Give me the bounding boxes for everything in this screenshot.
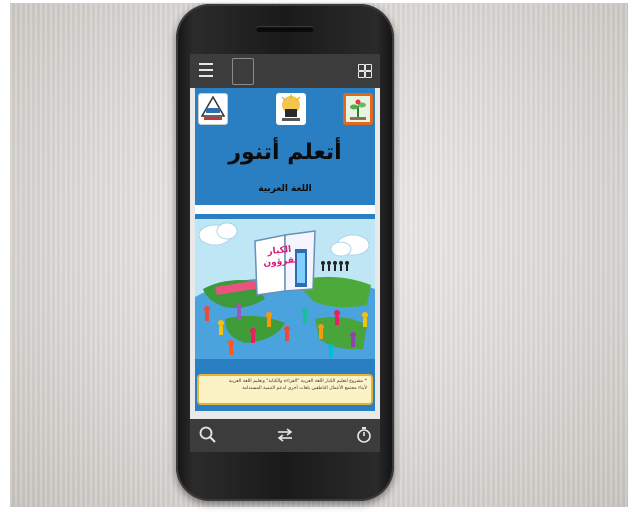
hamburger-menu-icon[interactable]	[199, 63, 213, 77]
book-subtitle: اللغة العربية	[258, 184, 312, 194]
note-line-1: * مشروع لتعليم الكبار اللغة العربية "الق…	[228, 379, 367, 384]
earpiece-speaker	[256, 26, 314, 32]
cover-book-text: الكبار يقرؤون	[261, 244, 299, 270]
top-toolbar	[190, 54, 380, 88]
smartphone-frame: أتعلم أتنور اللغة العربية الكبار يقرؤون …	[176, 4, 394, 501]
cover-illustration: الكبار يقرؤون	[195, 219, 375, 359]
university-logo-left	[198, 93, 228, 125]
divider-band	[195, 205, 375, 214]
book-title: أتعلم أتنور	[228, 140, 342, 165]
institute-logo-center	[276, 93, 306, 125]
note-line-2: لأبناء مجتمع الأعمال الناطقين بلغات أخرى…	[242, 386, 367, 391]
book-cover-page: أتعلم أتنور اللغة العربية الكبار يقرؤون …	[195, 88, 375, 411]
bottom-toolbar	[190, 419, 380, 452]
grid-view-icon[interactable]	[358, 64, 372, 78]
swap-arrows-icon[interactable]	[275, 425, 295, 445]
page-thumbnail-button[interactable]	[232, 58, 254, 85]
project-note-box: * مشروع لتعليم الكبار اللغة العربية "الق…	[197, 374, 373, 405]
stopwatch-icon[interactable]	[354, 425, 374, 445]
phone-screen: أتعلم أتنور اللغة العربية الكبار يقرؤون …	[190, 54, 380, 452]
project-logo-right	[343, 93, 373, 125]
search-icon[interactable]	[198, 425, 218, 445]
